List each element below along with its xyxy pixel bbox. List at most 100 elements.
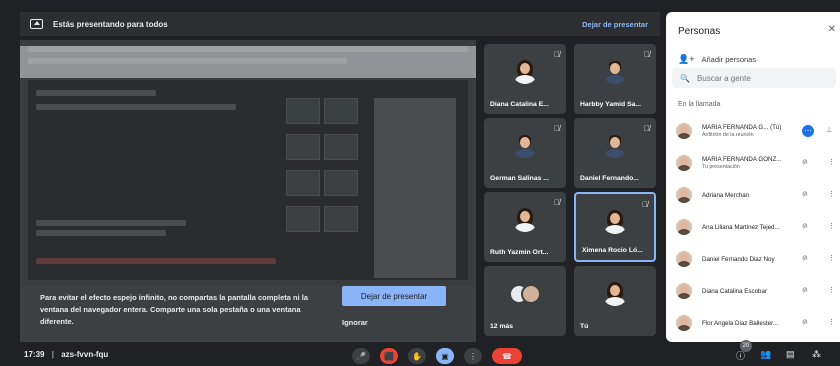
participant-name: German Salinas ... (490, 175, 549, 182)
participant-tile[interactable]: 🎙̸ Ruth Yazmin Ort... (484, 192, 566, 262)
meeting-info: 17:39 | azs-fvvn-fqu (24, 350, 109, 359)
avatar (676, 219, 692, 235)
close-icon[interactable]: ✕ (828, 24, 836, 35)
camera-off-icon: ⬛ (384, 351, 394, 361)
person-row[interactable]: MARIA FERNANDA G... (Tú) Anfitrión de la … (666, 116, 840, 146)
participant-name: Harbby Yamid Sa... (580, 101, 642, 108)
banner-title: Estás presentando para todos (53, 19, 168, 29)
person-subtitle: Anfitrión de la reunión (702, 132, 754, 138)
avatar (676, 155, 692, 171)
more-options-button[interactable]: ⋮ (464, 348, 482, 364)
person-name: MARIA FERNANDA GONZ... (702, 156, 782, 163)
people-icon[interactable]: 👥 (760, 349, 771, 360)
avatar (602, 280, 628, 306)
more-options-icon[interactable]: ⋯ (802, 125, 814, 137)
avatar (676, 315, 692, 331)
participant-tile[interactable]: 🎙̸ German Salinas ... (484, 118, 566, 188)
meeting-code: azs-fvvn-fqu (61, 350, 109, 359)
participant-tile[interactable]: 🎙̸ Harbby Yamid Sa... (574, 44, 656, 114)
add-people-button[interactable]: 👤+ Añadir personas (678, 54, 756, 65)
person-name: Adriana Merchan (702, 191, 750, 199)
mirrored-browser-chrome (20, 46, 476, 78)
person-name: Diana Catalina Escobar (702, 287, 768, 295)
camera-button[interactable]: ⬛ (380, 348, 398, 364)
participant-name: 12 más (490, 323, 514, 330)
add-person-icon: 👤+ (678, 54, 695, 64)
avatar (676, 283, 692, 299)
in-call-section-label: En la llamada (678, 101, 721, 108)
mic-off-icon: ⊘ (802, 319, 808, 326)
microphone-icon: 🎤 (356, 351, 366, 361)
raise-hand-button[interactable]: ✋ (408, 348, 426, 364)
avatar (512, 132, 538, 158)
mic-button[interactable]: 🎤 (352, 348, 370, 364)
more-vert-icon[interactable]: ⋮ (828, 318, 835, 326)
mic-off-icon: 🎙̸ (644, 124, 650, 133)
group-avatars (509, 284, 541, 306)
person-row[interactable]: Daniel Fernando Diaz Noy ⊘ ⋮ (666, 244, 840, 274)
participant-tile[interactable]: 🎙̸ Ximena Rocio Ló... (574, 192, 656, 262)
people-search[interactable]: 🔍 (672, 68, 836, 88)
person-name: Ana Liliana Martinez Tejed... (702, 223, 780, 231)
more-vert-icon: ⋮ (469, 351, 477, 361)
add-people-label: Añadir personas (701, 55, 757, 64)
person-row[interactable]: Flor Angela Diaz Ballester... ⊘ ⋮ (666, 308, 840, 338)
avatar (512, 206, 538, 232)
avatar (602, 132, 628, 158)
person-row[interactable]: Adriana Merchan ⊘ ⋮ (666, 180, 840, 210)
mic-off-icon: ⊘ (802, 287, 808, 294)
pin-icon[interactable]: ⊥ (826, 126, 832, 134)
mirrored-people-panel (374, 98, 456, 278)
person-name: Daniel Fernando Diaz Noy (702, 255, 775, 263)
more-vert-icon[interactable]: ⋮ (828, 190, 835, 198)
raise-hand-icon: ✋ (412, 351, 422, 361)
avatar (676, 187, 692, 203)
mic-off-icon: ⊘ (802, 223, 808, 230)
mirror-warning: Para evitar el efecto espejo infinito, n… (20, 286, 476, 342)
avatar (512, 58, 538, 84)
participant-name: Tú (580, 323, 589, 330)
present-to-all-icon (30, 19, 43, 29)
participant-tile[interactable]: 12 más (484, 266, 566, 336)
avatar (602, 58, 628, 84)
participant-name: Daniel Fernando... (580, 175, 639, 182)
avatar (676, 123, 692, 139)
person-row[interactable]: MARIA FERNANDA GONZ... Tu presentación ⊘ ⋮ (666, 148, 840, 178)
panel-title: Personas (678, 26, 721, 37)
ignore-button[interactable]: Ignorar (342, 318, 368, 327)
participant-name: Ruth Yazmin Ort... (490, 249, 549, 256)
end-call-icon: ☎ (502, 351, 512, 361)
person-subtitle: Tu presentación (702, 164, 740, 170)
mic-off-icon: ⊘ (802, 159, 808, 166)
mic-off-icon: 🎙̸ (642, 200, 648, 209)
clock-time: 17:39 (24, 350, 45, 359)
end-call-button[interactable]: ☎ (492, 348, 522, 364)
participant-count-badge: 20 (740, 340, 752, 352)
mic-off-icon: ⊘ (802, 255, 808, 262)
mic-off-icon: 🎙̸ (554, 50, 560, 59)
bottom-bar: 17:39 | azs-fvvn-fqu 🎤 ⬛ ✋ ▣ ⋮ ☎ ⓘ 20 👥 … (0, 340, 840, 366)
participant-tile[interactable]: 🎙̸ Daniel Fernando... (574, 118, 656, 188)
warning-message: Para evitar el efecto espejo infinito, n… (40, 293, 308, 326)
search-input[interactable] (696, 73, 817, 83)
activities-icon[interactable]: ⁂ (812, 349, 821, 360)
more-vert-icon[interactable]: ⋮ (828, 222, 835, 230)
banner-stop-presenting-button[interactable]: Dejar de presentar (582, 20, 648, 29)
stop-presenting-button[interactable]: Dejar de presentar (342, 286, 446, 306)
person-name: MARIA FERNANDA G... (Tú) (702, 124, 782, 131)
presenting-banner: Estás presentando para todos Dejar de pr… (20, 12, 660, 36)
participant-name: Ximena Rocio Ló... (582, 247, 643, 254)
chat-icon[interactable]: ▤ (786, 349, 795, 360)
shared-screen-preview (20, 40, 476, 290)
more-vert-icon[interactable]: ⋮ (828, 254, 835, 262)
more-vert-icon[interactable]: ⋮ (828, 158, 835, 166)
mic-off-icon: 🎙̸ (554, 198, 560, 207)
more-vert-icon[interactable]: ⋮ (828, 286, 835, 294)
person-row[interactable]: Ana Liliana Martinez Tejed... ⊘ ⋮ (666, 212, 840, 242)
participant-tile[interactable]: 🎙̸ Diana Catalina E... (484, 44, 566, 114)
people-panel: Personas ✕ 👤+ Añadir personas 🔍 En la ll… (666, 12, 840, 342)
mic-off-icon: 🎙̸ (554, 124, 560, 133)
participant-tile[interactable]: Tú (574, 266, 656, 336)
person-row[interactable]: Diana Catalina Escobar ⊘ ⋮ (666, 276, 840, 306)
present-button[interactable]: ▣ (436, 348, 454, 364)
